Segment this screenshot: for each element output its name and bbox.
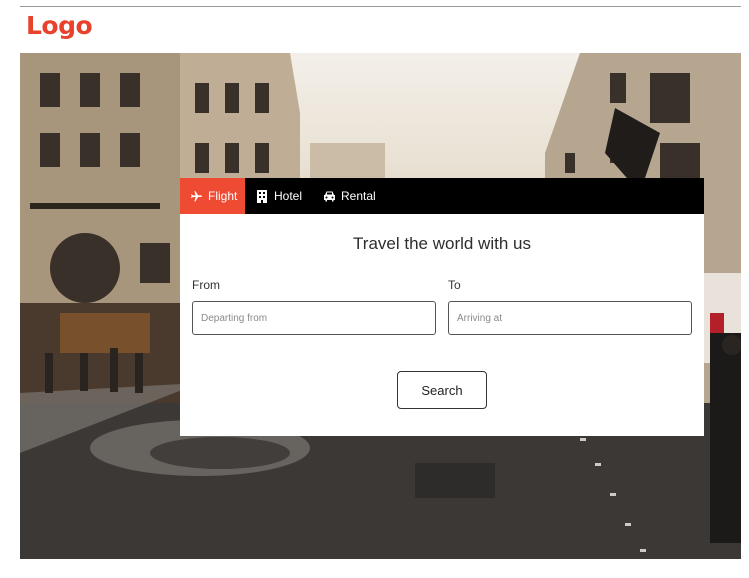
- booking-tabs: Flight Hotel Rental: [180, 178, 704, 214]
- arriving-at-input[interactable]: [448, 301, 692, 335]
- tab-flight-label: Flight: [208, 189, 238, 203]
- to-label: To: [448, 278, 461, 292]
- site-logo[interactable]: Logo: [26, 11, 93, 40]
- car-icon: [322, 189, 336, 203]
- tab-hotel-label: Hotel: [274, 189, 303, 203]
- tab-rental-label: Rental: [341, 189, 376, 203]
- tab-hotel[interactable]: Hotel: [245, 178, 312, 214]
- departing-from-input[interactable]: [192, 301, 436, 335]
- tab-rental[interactable]: Rental: [312, 178, 386, 214]
- top-divider: [20, 6, 741, 7]
- building-icon: [255, 189, 269, 203]
- panel-heading: Travel the world with us: [353, 234, 531, 253]
- tab-flight[interactable]: Flight: [180, 178, 245, 214]
- search-button[interactable]: Search: [397, 371, 487, 409]
- from-label: From: [192, 278, 220, 292]
- search-panel: Flight Hotel Rental Travel the world wit…: [180, 178, 704, 436]
- airplane-icon: [190, 189, 203, 203]
